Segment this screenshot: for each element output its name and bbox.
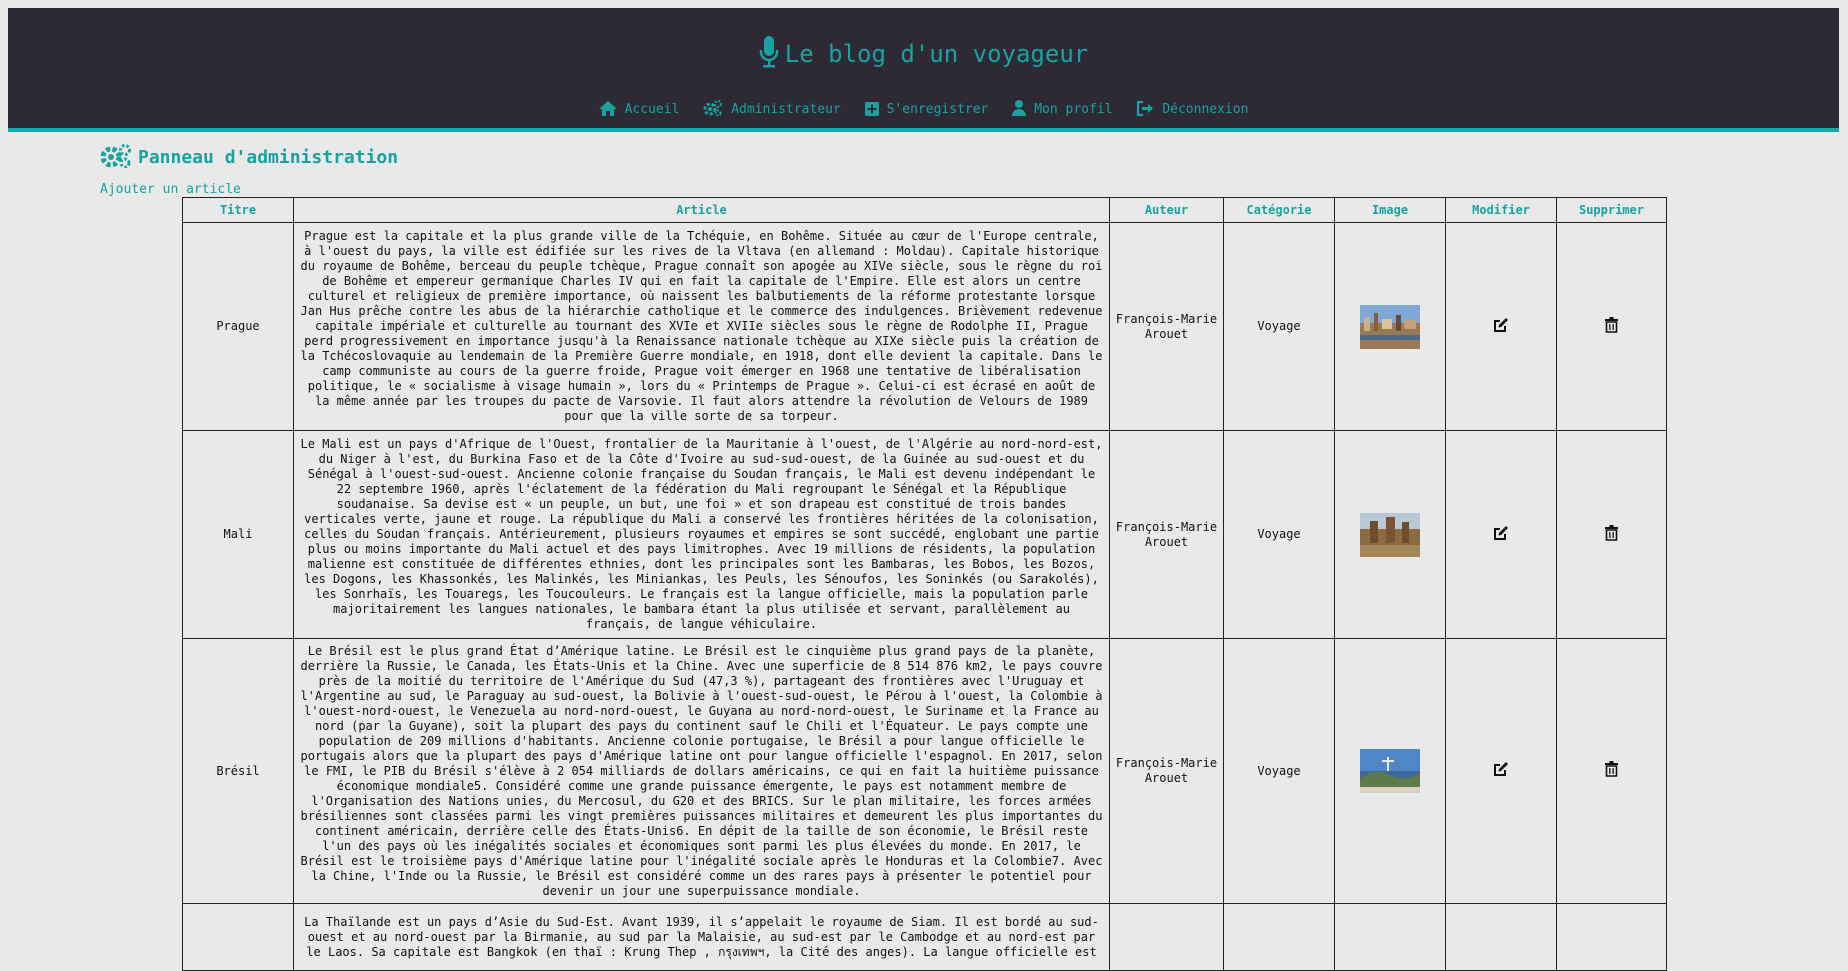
edit-icon[interactable]: [1493, 525, 1509, 541]
nav-accueil-label: Accueil: [624, 102, 680, 117]
article-thumbnail: [1360, 512, 1420, 557]
main-nav: Accueil Administrateur S'enregistrer Mon…: [8, 100, 1839, 117]
article-text: Le Brésil est le plus grand État d’Améri…: [293, 638, 1110, 904]
article-text: La Thaïlande est un pays d’Asie du Sud-E…: [293, 903, 1110, 971]
article-image-cell: [1334, 430, 1446, 639]
article-thumbnail: [1360, 304, 1420, 349]
article-text: Le Mali est un pays d'Afrique de l'Ouest…: [293, 430, 1110, 639]
article-author: François-Marie Arouet: [1109, 638, 1224, 904]
delete-cell: [1556, 903, 1667, 971]
nav-deconnexion-label: Déconnexion: [1162, 102, 1249, 117]
column-header-supprimer: Supprimer: [1556, 197, 1667, 223]
delete-cell: [1556, 430, 1667, 639]
nav-administrateur[interactable]: Administrateur: [703, 100, 841, 117]
table-row: Brésil Le Brésil est le plus grand État …: [182, 638, 1667, 904]
table-row: Prague Prague est la capitale et la plus…: [182, 222, 1667, 431]
edit-cell: [1445, 903, 1557, 971]
article-author: François-Marie Arouet: [1109, 222, 1224, 431]
edit-icon[interactable]: [1493, 761, 1509, 777]
table-row: Mali Le Mali est un pays d'Afrique de l'…: [182, 430, 1667, 639]
article-title: Prague: [182, 222, 294, 431]
article-title: [182, 903, 294, 971]
column-header-titre: Titre: [182, 197, 294, 223]
edit-cell: [1445, 222, 1557, 431]
user-icon: [1012, 100, 1027, 116]
nav-enregistrer[interactable]: S'enregistrer: [864, 101, 989, 117]
nav-deconnexion[interactable]: Déconnexion: [1136, 100, 1249, 117]
article-thumbnail: [1360, 749, 1420, 793]
microphone-icon: [759, 36, 779, 68]
site-header: Le blog d'un voyageur Accueil Administra…: [8, 8, 1839, 132]
plus-square-icon: [864, 102, 879, 116]
article-image-cell: [1334, 903, 1446, 971]
article-image-cell: [1334, 222, 1446, 431]
column-header-article: Article: [293, 197, 1110, 223]
nav-enregistrer-label: S'enregistrer: [886, 102, 989, 117]
delete-cell: [1556, 222, 1667, 431]
admin-panel-title: Panneau d'administration: [138, 147, 399, 168]
articles-table: Titre Article Auteur Catégorie Image Mod…: [182, 197, 1667, 971]
nav-mon-profil[interactable]: Mon profil: [1012, 100, 1112, 117]
article-author: [1109, 903, 1224, 971]
column-header-auteur: Auteur: [1109, 197, 1224, 223]
cogs-icon: [703, 100, 723, 117]
article-author: François-Marie Arouet: [1109, 430, 1224, 639]
column-header-image: Image: [1334, 197, 1446, 223]
site-brand[interactable]: Le blog d'un voyageur: [8, 36, 1839, 70]
table-header-row: Titre Article Auteur Catégorie Image Mod…: [182, 197, 1667, 223]
article-title: Brésil: [182, 638, 294, 904]
delete-cell: [1556, 638, 1667, 904]
nav-administrateur-label: Administrateur: [731, 102, 841, 117]
edit-cell: [1445, 638, 1557, 904]
add-article-link[interactable]: Ajouter un article: [100, 182, 241, 197]
article-image-cell: [1334, 638, 1446, 904]
article-title: Mali: [182, 430, 294, 639]
edit-cell: [1445, 430, 1557, 639]
site-title: Le blog d'un voyageur: [784, 40, 1089, 68]
edit-icon[interactable]: [1493, 317, 1509, 333]
table-row: La Thaïlande est un pays d’Asie du Sud-E…: [182, 903, 1667, 971]
article-text: Prague est la capitale et la plus grande…: [293, 222, 1110, 431]
sign-out-icon: [1137, 100, 1154, 117]
nav-mon-profil-label: Mon profil: [1034, 102, 1113, 117]
cogs-icon: [100, 144, 131, 169]
trash-icon[interactable]: [1605, 761, 1618, 777]
home-icon: [598, 101, 617, 116]
article-category: Voyage: [1223, 638, 1335, 904]
column-header-modifier: Modifier: [1445, 197, 1557, 223]
article-category: Voyage: [1223, 430, 1335, 639]
column-header-categorie: Catégorie: [1223, 197, 1335, 223]
article-category: [1223, 903, 1335, 971]
trash-icon[interactable]: [1605, 524, 1618, 541]
trash-icon[interactable]: [1605, 316, 1618, 333]
nav-accueil[interactable]: Accueil: [598, 101, 680, 117]
article-category: Voyage: [1223, 222, 1335, 431]
admin-panel-heading: Panneau d'administration: [100, 144, 399, 169]
